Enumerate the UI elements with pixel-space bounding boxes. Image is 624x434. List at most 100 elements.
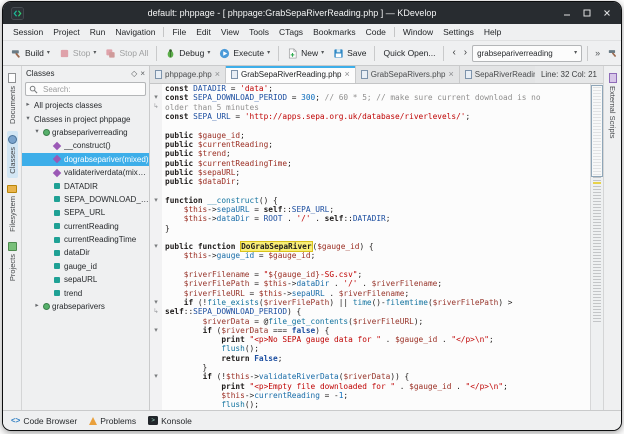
fold-marker-icon[interactable]: ▾ <box>150 373 162 380</box>
statusbar-code-browser-button[interactable]: Code Browser <box>7 415 81 427</box>
editor-tab-phppage-php[interactable]: phppage.php× <box>150 66 226 83</box>
menu-run[interactable]: Run <box>85 26 111 38</box>
code-line[interactable]: public $currentReadingTime; <box>150 158 590 167</box>
editor-tab-grabsepariverreading-php[interactable]: GrabSepaRiverReading.php× <box>226 66 356 83</box>
code-line[interactable]: } <box>150 363 590 372</box>
code-line[interactable] <box>150 261 590 270</box>
code-line[interactable]: ▾ if (!$this->validateRiverData($riverDa… <box>150 372 590 381</box>
code-line[interactable]: $this->sepaURL = self::SEPA_URL; <box>150 205 590 214</box>
minimap-scrollbar[interactable] <box>590 84 603 410</box>
menu-view[interactable]: View <box>216 26 244 38</box>
tree-item-classes-in-project-phppage[interactable]: ▾Classes in project phppage <box>22 112 149 125</box>
code-line[interactable] <box>150 233 590 242</box>
menu-window[interactable]: Window <box>398 26 438 38</box>
menu-tools[interactable]: Tools <box>244 26 274 38</box>
code-line[interactable]: $riverFilename = "${gauge_id}-SG.csv"; <box>150 270 590 279</box>
editor-tab-grabseparivers-php[interactable]: GrabSepaRivers.php× <box>356 66 460 83</box>
debug-button[interactable]: Debug ▾ <box>161 46 214 61</box>
code-line[interactable]: $riverFilePath = $this->dataDir . '/' . … <box>150 279 590 288</box>
code-line[interactable]: ▾function __construct() { <box>150 196 590 205</box>
minimize-button[interactable] <box>560 6 574 20</box>
tree-item-sepaurl[interactable]: sepaURL <box>22 273 149 286</box>
code-line[interactable]: public $sepaURL; <box>150 168 590 177</box>
code-line[interactable]: flush(); <box>150 344 590 353</box>
tree-item-validateriverdata-mixed[interactable]: validateriverdata(mixed) <box>22 166 149 179</box>
tool-tab-filesystem[interactable]: Filesystem <box>6 181 18 236</box>
tree-item-trend[interactable]: trend <box>22 286 149 299</box>
fold-marker-icon[interactable]: ▾ <box>150 327 162 334</box>
expand-icon[interactable]: ▸ <box>24 102 32 109</box>
tree-item-sepa-download-period[interactable]: SEPA_DOWNLOAD_PERIOD <box>22 193 149 206</box>
collapse-icon[interactable]: ▾ <box>24 116 32 123</box>
minimap-thumb[interactable] <box>591 85 603 177</box>
code-line[interactable]: ▾ if (!file_exists($riverFilePath) || ti… <box>150 298 590 307</box>
tool-tab-documents[interactable]: Documents <box>7 69 18 128</box>
class-search-field[interactable] <box>25 82 146 96</box>
code-line[interactable]: ▾public function DoGrabSepaRiver($gauge_… <box>150 242 590 251</box>
code-line[interactable]: print "<p>No SEPA gauge data for " . $ga… <box>150 335 590 344</box>
tree-item-dograbsepariver-mixed[interactable]: dograbsepariver(mixed) <box>22 153 149 166</box>
menu-session[interactable]: Session <box>8 26 48 38</box>
code-line[interactable]: $riverData = @file_get_contents($riverFi… <box>150 316 590 325</box>
tree-item-grabsepariverreading[interactable]: ▾grabsepariverreading <box>22 126 149 139</box>
code-line[interactable]: public $gauge_id; <box>150 130 590 139</box>
tree-item-all-projects-classes[interactable]: ▸All projects classes <box>22 99 149 112</box>
collapse-icon[interactable]: ▾ <box>33 129 41 136</box>
code-editor[interactable]: const DATADIR = 'data';▾const SEPA_DOWNL… <box>150 84 590 410</box>
tree-item-construct[interactable]: __construct() <box>22 139 149 152</box>
code-line[interactable]: ▾const SEPA_DOWNLOAD_PERIOD = 300; // 60… <box>150 93 590 102</box>
code-line[interactable]: print "<p>Empty file downloaded for " . … <box>150 382 590 391</box>
tool-tab-classes[interactable]: Classes <box>7 131 18 178</box>
tree-item-grabseparivers[interactable]: ▸grabseparivers <box>22 300 149 313</box>
fold-marker-icon[interactable]: ▾ <box>150 94 162 101</box>
menu-settings[interactable]: Settings <box>438 26 479 38</box>
menu-navigation[interactable]: Navigation <box>110 26 160 38</box>
code-line[interactable]: ↳self::SEPA_DOWNLOAD_PERIOD) { <box>150 307 590 316</box>
statusbar-problems-button[interactable]: Problems <box>85 415 140 427</box>
code-line[interactable]: $riverFileURL = $this->sepaURL . $riverF… <box>150 289 590 298</box>
code-line[interactable] <box>150 186 590 195</box>
maximize-button[interactable] <box>580 6 594 20</box>
close-tab-icon[interactable]: × <box>215 70 220 79</box>
code-line[interactable]: flush(); <box>150 400 590 409</box>
menu-ctags[interactable]: CTags <box>274 26 308 38</box>
previous-match-button[interactable]: ‹ <box>449 46 458 60</box>
execute-button[interactable]: Execute ▾ <box>215 46 274 61</box>
code-menu-button[interactable]: Code <box>604 46 622 60</box>
tree-item-datadir[interactable]: DATADIR <box>22 179 149 192</box>
menu-project[interactable]: Project <box>48 26 84 38</box>
menu-file[interactable]: File <box>167 26 191 38</box>
code-line[interactable]: $this->dataDir = ROOT . '/' . self::DATA… <box>150 214 590 223</box>
code-line[interactable]: ▾ if ($riverData === false) { <box>150 326 590 335</box>
code-line[interactable]: $this->gauge_id = $gauge_id; <box>150 251 590 260</box>
stop-button[interactable]: Stop ▾ <box>55 46 101 61</box>
tool-tab-projects[interactable]: Projects <box>7 238 18 285</box>
close-panel-icon[interactable]: × <box>140 70 145 78</box>
code-line[interactable]: return False; <box>150 354 590 363</box>
menu-code[interactable]: Code <box>361 26 391 38</box>
code-line[interactable]: const SEPA_URL = 'http://apps.sepa.org.u… <box>150 112 590 121</box>
code-line[interactable]: ↳older than 5 minutes <box>150 103 590 112</box>
close-tab-icon[interactable]: × <box>345 70 350 79</box>
menu-bookmarks[interactable]: Bookmarks <box>308 26 361 38</box>
tree-item-gauge-id[interactable]: gauge_id <box>22 260 149 273</box>
editor-tab-separiverreadinghistory-php[interactable]: SepaRiverReadingHistory.php× <box>460 66 535 83</box>
quick-open-search-combo[interactable]: grabsepariverreading ▾ <box>472 45 582 62</box>
menu-edit[interactable]: Edit <box>191 26 216 38</box>
tree-item-sepa-url[interactable]: SEPA_URL <box>22 206 149 219</box>
code-line[interactable]: public $trend; <box>150 149 590 158</box>
close-button[interactable] <box>600 6 614 20</box>
build-button[interactable]: Build ▾ <box>7 46 54 61</box>
tree-item-datadir[interactable]: dataDir <box>22 246 149 259</box>
new-button[interactable]: New ▾ <box>283 46 328 61</box>
float-panel-icon[interactable]: ◇ <box>131 70 137 78</box>
code-line[interactable]: $this->currentReading = -1; <box>150 391 590 400</box>
code-line[interactable]: } <box>150 223 590 232</box>
class-search-input[interactable] <box>41 84 142 95</box>
toolbar-overflow-icon[interactable]: » <box>593 48 602 58</box>
tree-item-currentreadingtime[interactable]: currentReadingTime <box>22 233 149 246</box>
code-line[interactable]: public $currentReading; <box>150 140 590 149</box>
stop-all-button[interactable]: Stop All <box>101 46 152 61</box>
quick-open-button[interactable]: Quick Open... <box>379 46 439 60</box>
fold-marker-icon[interactable]: ▾ <box>150 299 162 306</box>
